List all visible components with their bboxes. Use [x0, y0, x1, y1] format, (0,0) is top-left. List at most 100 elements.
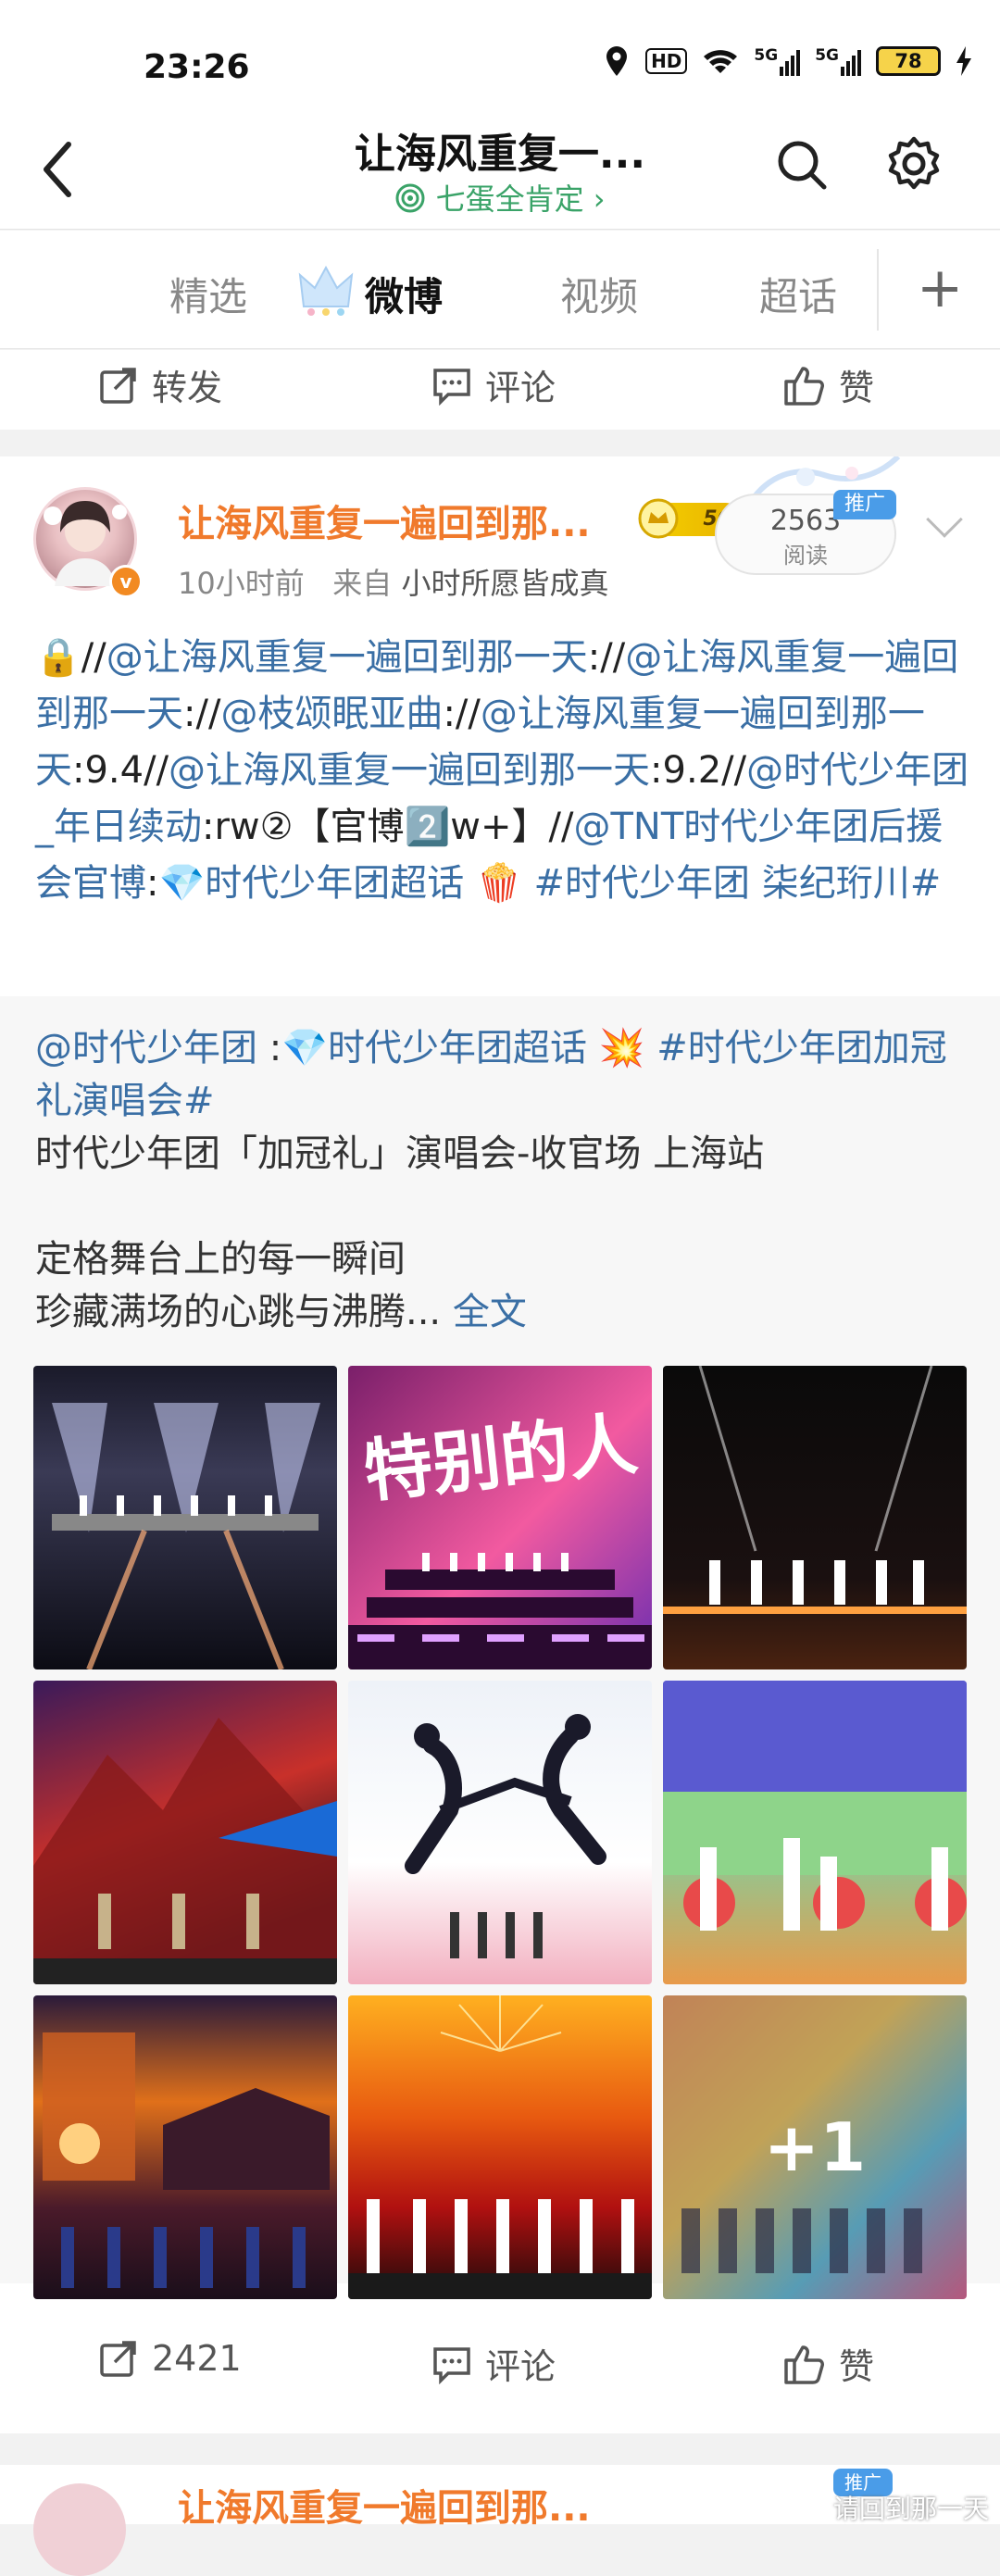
post-like-label: 赞 [839, 2346, 875, 2387]
location-icon [606, 46, 628, 76]
post-username[interactable]: 让海风重复一遍回到那... [178, 494, 591, 547]
repost-label: 转发 [152, 368, 223, 408]
grid-image-4[interactable] [33, 1681, 337, 1984]
post-comment-label: 评论 [485, 2346, 556, 2387]
crown-icon [298, 265, 354, 316]
post-repost-button[interactable]: 2421 [98, 2338, 242, 2379]
body-text: :rw②【官博2️⃣w+】// [202, 806, 574, 848]
next-post-avatar[interactable] [33, 2483, 126, 2576]
palace-stage-image [43, 2032, 330, 2288]
mention-link[interactable]: 💎时代少年团超话 [158, 862, 464, 905]
body-text: : [257, 1027, 282, 1069]
thumbs-up-icon [784, 2345, 824, 2384]
tab-weibo[interactable]: 微博 [365, 266, 443, 322]
post-card: v 让海风重复一遍回到那... 56 10小时前 来自 小时所愿皆成真 2563… [0, 456, 1000, 2433]
grid-image-2[interactable]: 特别的人 [348, 1366, 652, 1669]
tab-super-topic[interactable]: 超话 [759, 266, 837, 322]
body-text: :// [587, 636, 626, 679]
mention-link[interactable]: @枝颂眠亚曲 [220, 693, 443, 735]
wifi-icon [704, 50, 738, 73]
quoted-post-body: @时代少年团 :💎时代少年团超话 💥 #时代少年团加冠礼演唱会# 时代少年团「加… [35, 1022, 970, 1339]
image-caption-text: 特别的人 [359, 1404, 642, 1513]
next-post-username[interactable]: 让海风重复一遍回到那... [178, 2478, 591, 2532]
search-icon[interactable] [774, 137, 830, 193]
post-meta: 10小时前 来自 小时所愿皆成真 [178, 560, 608, 603]
body-text: :// [443, 693, 481, 735]
quoted-post[interactable]: @时代少年团 :💎时代少年团超话 💥 #时代少年团加冠礼演唱会# 时代少年团「加… [0, 996, 1000, 2299]
comment-icon [433, 2346, 470, 2384]
repost-count: 2421 [152, 2338, 242, 2379]
full-text-link[interactable]: 全文 [453, 1291, 527, 1333]
grid-image-9[interactable]: +1 [663, 1995, 967, 2299]
body-text: :// [183, 693, 221, 735]
status-bar: 23:26 HD 5G 5G 78 [0, 0, 1000, 109]
post-action-bar: 2421 评论 赞 [0, 2308, 1000, 2410]
status-icons: HD 5G 5G 78 [603, 44, 972, 78]
tab-divider [877, 249, 879, 331]
stage-performers-image [663, 1366, 967, 1614]
tab-video[interactable]: 视频 [560, 266, 638, 322]
subtitle-text: 七蛋全肯定 › [435, 181, 606, 217]
tab-bar: 精选 微博 视频 超话 + [0, 231, 1000, 349]
page-title: 让海风重复一... [354, 131, 646, 178]
fireworks-stage-image [348, 1995, 652, 2299]
chevron-down-icon[interactable] [926, 501, 963, 538]
tab-featured[interactable]: 精选 [169, 266, 247, 322]
grid-image-3[interactable] [663, 1366, 967, 1669]
grid-image-7[interactable] [33, 1995, 337, 2299]
comment-label: 评论 [485, 368, 556, 408]
grid-image-5[interactable] [348, 1681, 652, 1984]
quoted-line-1: @时代少年团 :💎时代少年团超话 💥 #时代少年团加冠礼演唱会# [35, 1022, 970, 1128]
repost-icon [100, 367, 136, 404]
dancers-silhouette-image [405, 1714, 606, 1958]
thumbs-up-icon [784, 366, 824, 406]
quoted-line-3: 定格舞台上的每一瞬间 [35, 1238, 406, 1281]
ad-tag: 推广 [833, 490, 897, 519]
repost-button[interactable]: 转发 [98, 359, 222, 410]
post-body: 🔒//@让海风重复一遍回到那一天://@让海风重复一遍回到那一天://@枝颂眠亚… [35, 630, 970, 912]
swirl-icon [395, 183, 425, 213]
header-subtitle-link[interactable]: 七蛋全肯定 › [0, 176, 1000, 219]
mention-link[interactable]: @让海风重复一遍回到那一天 [106, 636, 588, 679]
more-images-count[interactable]: +1 [663, 1995, 967, 2299]
post-time: 10小时前 [178, 566, 305, 601]
stage-stairs-image [348, 1553, 652, 1669]
signal-icon-2: 5G [815, 46, 861, 76]
grid-image-1[interactable] [33, 1366, 337, 1669]
gear-icon[interactable] [885, 135, 943, 193]
quoted-line-2: 时代少年团「加冠礼」演唱会-收官场 上海站 [35, 1132, 765, 1175]
status-time: 23:26 [144, 48, 250, 86]
add-tab-plus-icon[interactable]: + [917, 260, 963, 316]
quoted-line-4: 珍藏满场的心跳与沸腾... 全文 [35, 1286, 970, 1339]
hd-icon: HD [645, 48, 688, 74]
post-like-button[interactable]: 赞 [783, 2338, 874, 2389]
grid-image-6[interactable] [663, 1681, 967, 1984]
read-label: 阅读 [783, 543, 828, 569]
vip-crown-icon [638, 498, 679, 539]
like-button[interactable]: 赞 [783, 359, 874, 410]
mention-link[interactable]: @让海风重复一遍回到那一天 [169, 749, 650, 792]
verified-badge-icon: v [109, 565, 143, 598]
mention-link[interactable]: #时代少年团 柒纪珩川# [534, 862, 942, 905]
quoted-line-4-text: 珍藏满场的心跳与沸腾... [35, 1291, 442, 1333]
signal-icon-1: 5G [754, 46, 801, 76]
grid-image-8[interactable] [348, 1995, 652, 2299]
stage-lights-image [52, 1403, 320, 1669]
comment-icon [433, 368, 470, 406]
post-source[interactable]: 小时所愿皆成真 [401, 566, 608, 601]
post-from-label: 来自 [332, 566, 393, 601]
mention-link[interactable]: @时代少年团 [35, 1027, 257, 1069]
next-post-preview[interactable]: 让海风重复一遍回到那... 推广 请回到那一天 [0, 2465, 1000, 2576]
post-comment-button[interactable]: 评论 [431, 2338, 556, 2389]
body-text: 💥 [587, 1027, 657, 1069]
page-header: 让海风重复一... 七蛋全肯定 › [0, 109, 1000, 230]
next-post-overlay-text: 请回到那一天 [833, 2494, 990, 2524]
red-mountain-image [33, 1718, 337, 1984]
charging-icon [956, 46, 971, 76]
body-text: 🔒// [35, 636, 106, 679]
body-text: : [146, 862, 159, 905]
like-label: 赞 [839, 368, 875, 408]
colorful-stage-image [663, 1681, 967, 1931]
mention-link[interactable]: 💎时代少年团超话 [281, 1027, 587, 1069]
comment-button[interactable]: 评论 [431, 359, 556, 410]
